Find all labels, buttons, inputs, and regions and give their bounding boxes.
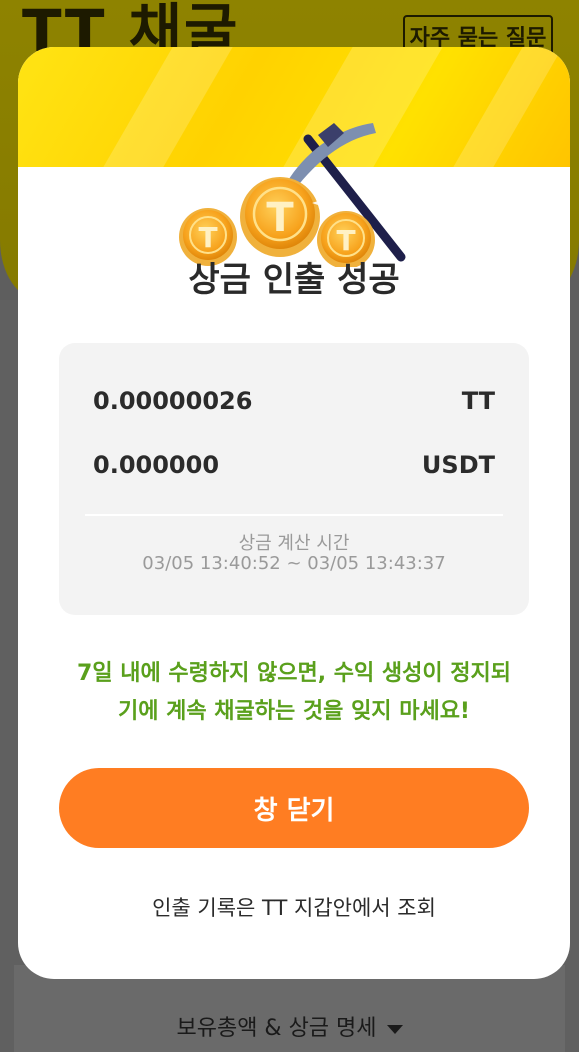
caret-down-icon: [386, 1024, 403, 1034]
withdraw-success-modal: T T T 상금 인출 성공 0.00000026 TT 0.000000 US…: [18, 47, 570, 979]
reward-amount: 0.00000026: [93, 387, 253, 415]
svg-text:T: T: [266, 195, 294, 241]
reward-summary-box: 0.00000026 TT 0.000000 USDT 상금 계산 시간 03/…: [59, 343, 529, 615]
coin-icon: T: [240, 177, 320, 257]
calc-time-label: 상금 계산 시간: [238, 533, 350, 554]
summary-toggle[interactable]: 보유총액 & 상금 명세: [0, 1010, 579, 1042]
close-button[interactable]: 창 닫기: [59, 768, 529, 848]
withdraw-history-link[interactable]: 인출 기록은 TT 지갑안에서 조회: [18, 892, 570, 922]
reward-row-tt: 0.00000026 TT: [93, 387, 495, 419]
modal-title: 상금 인출 성공: [188, 260, 400, 300]
reward-unit: USDT: [421, 451, 495, 479]
coins-pickaxe-illustration: T T T: [179, 123, 406, 267]
reward-amount: 0.000000: [93, 451, 220, 479]
expiry-warning: 7일 내에 수령하지 않으면, 수익 생성이 정지되 기에 계속 채굴하는 것을…: [48, 655, 540, 731]
warning-line: 7일 내에 수령하지 않으면, 수익 생성이 정지되: [77, 661, 511, 686]
svg-text:T: T: [198, 221, 217, 254]
sparkle-icon: [217, 189, 239, 211]
reward-row-usdt: 0.000000 USDT: [93, 451, 495, 483]
divider: [85, 514, 503, 516]
warning-line: 기에 계속 채굴하는 것을 잊지 마세요!: [118, 699, 470, 724]
reward-unit: TT: [461, 387, 495, 415]
summary-label: 보유총액 & 상금 명세: [176, 1016, 377, 1041]
calc-time-range: 03/05 13:40:52 ~ 03/05 13:43:37: [142, 553, 446, 574]
